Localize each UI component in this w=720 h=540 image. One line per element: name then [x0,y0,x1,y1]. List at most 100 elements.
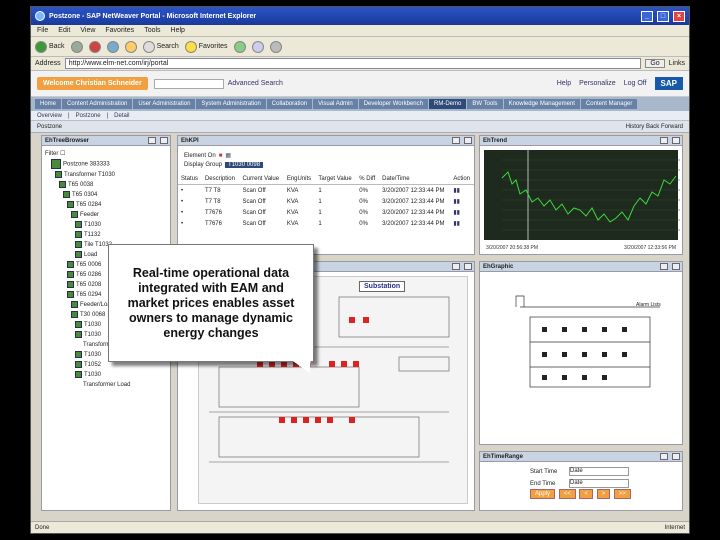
panel-minimize-icon[interactable] [160,137,168,144]
home-button[interactable] [124,40,137,53]
subtab-postzone[interactable]: Postzone [76,113,101,119]
history-link[interactable]: History [626,124,645,130]
subtab-overview[interactable]: Overview [37,113,62,119]
export-icon[interactable]: ▦ [225,152,231,159]
menu-favorites[interactable]: Favorites [105,27,134,34]
first-button[interactable]: << [558,489,576,499]
print-button[interactable] [269,40,282,53]
tab-system-admin[interactable]: System Administration [196,99,266,109]
minimize-button[interactable]: _ [641,10,653,22]
subtab-detail[interactable]: Detail [114,113,129,119]
tree-item[interactable]: T1030 [45,370,167,380]
address-input[interactable]: http://www.elm-net.com/irj/portal [64,58,642,69]
mail-button[interactable] [251,40,264,53]
panel-menu-icon[interactable] [452,263,460,270]
action-icon[interactable]: ▮▮ [450,207,474,218]
forward-button[interactable] [70,40,83,53]
tab-content-manager[interactable]: Content Manager [580,99,638,109]
help-link[interactable]: Help [557,80,571,87]
column-header[interactable]: Date/Time [379,174,451,185]
column-header[interactable]: Target Value [315,174,357,185]
panel-minimize-icon[interactable] [672,137,680,144]
page-back-link[interactable]: Back [646,124,659,130]
action-icon[interactable]: ▮▮ [450,196,474,207]
tab-visual-admin[interactable]: Visual Admin [313,99,358,109]
portal-search-input[interactable] [153,78,224,89]
panel-menu-icon[interactable] [660,453,668,460]
tree-root[interactable]: Postzone 383333 [45,159,167,170]
action-icon[interactable]: ▮▮ [450,185,474,197]
tab-developer[interactable]: Developer Workbench [358,99,428,109]
tab-knowledge[interactable]: Knowledge Management [503,99,580,109]
panel-minimize-icon[interactable] [464,137,472,144]
search-button[interactable]: Search [142,40,179,53]
column-header[interactable]: EngUnits [283,174,316,185]
close-button[interactable]: × [673,10,685,22]
tree-item[interactable]: T1132 [45,230,167,240]
time-range-panel: EhTimeRange Start Time Date End Time Date … [479,451,683,511]
stop-button[interactable] [88,40,101,53]
panel-minimize-icon[interactable] [672,263,680,270]
last-button[interactable]: >> [613,489,631,499]
tab-bw-tools[interactable]: BW Tools [467,99,503,109]
panel-menu-icon[interactable] [660,137,668,144]
previous-button[interactable]: < [579,489,593,499]
trend-chart[interactable] [484,150,680,240]
links-label[interactable]: Links [669,60,685,67]
table-row[interactable]: • T7 T8 Scan Off KVA 1 0% 3/20/2007 12:33:44 P… [178,196,474,207]
table-row[interactable]: • T7 T8 Scan Off KVA 1 0% 3/20/2007 12:33:44 P… [178,185,474,197]
favorites-button[interactable]: Favorites [184,40,228,53]
tree-item[interactable]: T65 0284 [45,200,167,210]
tree-item[interactable]: T65 0038 [45,180,167,190]
refresh-button[interactable] [106,40,119,53]
panel-minimize-icon[interactable] [672,453,680,460]
column-header[interactable]: Description [201,174,240,185]
apply-button[interactable]: Apply [530,489,556,499]
refresh-icon[interactable]: ■ [219,153,223,159]
tab-rm-demo[interactable]: RM-Demo [428,99,467,109]
tab-collaboration[interactable]: Collaboration [266,99,313,109]
panel-minimize-icon[interactable] [464,263,472,270]
single-line-diagram[interactable] [480,272,680,442]
end-time-label: End Time [530,480,556,487]
tree-item[interactable]: Transformer T1030 [45,170,167,180]
column-header[interactable]: Current Value [239,174,284,185]
target-cell: 1 [318,220,322,227]
tree-item[interactable]: T65 0304 [45,190,167,200]
tab-home[interactable]: Home [35,99,62,109]
tab-user-admin[interactable]: User Administration [133,99,196,109]
action-icon[interactable]: ▮▮ [450,218,474,229]
panel-menu-icon[interactable] [148,137,156,144]
datetime-cell: 3/20/2007 12:33:44 PM [382,198,445,205]
unit-cell: KVA [286,187,299,194]
panel-menu-icon[interactable] [660,263,668,270]
column-header[interactable]: % Diff [356,174,380,185]
start-time-input[interactable]: Date [569,467,629,476]
panel-menu-icon[interactable] [452,137,460,144]
tree-item[interactable]: Transformer Load [45,380,167,390]
menu-edit[interactable]: Edit [58,27,70,34]
go-button[interactable]: Go [645,59,665,68]
tab-content-admin[interactable]: Content Administration [62,99,133,109]
next-button[interactable]: > [596,489,611,499]
table-row[interactable]: • T7676 Scan Off KVA 1 0% 3/20/2007 12:33:44 P… [178,218,474,229]
table-row[interactable]: • T7676 Scan Off KVA 1 0% 3/20/2007 12:33:44 P… [178,207,474,218]
menu-view[interactable]: View [80,27,95,34]
back-button[interactable]: Back [35,40,65,53]
advanced-search-link[interactable]: Advanced Search [228,80,283,87]
end-time-input[interactable]: Date [569,479,629,488]
menu-file[interactable]: File [37,27,48,34]
tree-item[interactable]: Feeder [45,210,167,220]
display-group-select[interactable]: T1030 0098 [225,162,264,168]
history-button[interactable] [233,40,246,53]
personalize-link[interactable]: Personalize [579,80,616,87]
maximize-button[interactable]: □ [657,10,669,22]
tree-filter[interactable]: Filter ☐ [45,149,167,159]
column-header[interactable]: Action [450,174,474,185]
menu-help[interactable]: Help [171,27,185,34]
tree-item[interactable]: T1030 [45,220,167,230]
column-header[interactable]: Status [178,174,202,185]
page-forward-link[interactable]: Forward [661,124,683,130]
menu-tools[interactable]: Tools [144,27,160,34]
log-off-link[interactable]: Log Off [624,80,647,87]
